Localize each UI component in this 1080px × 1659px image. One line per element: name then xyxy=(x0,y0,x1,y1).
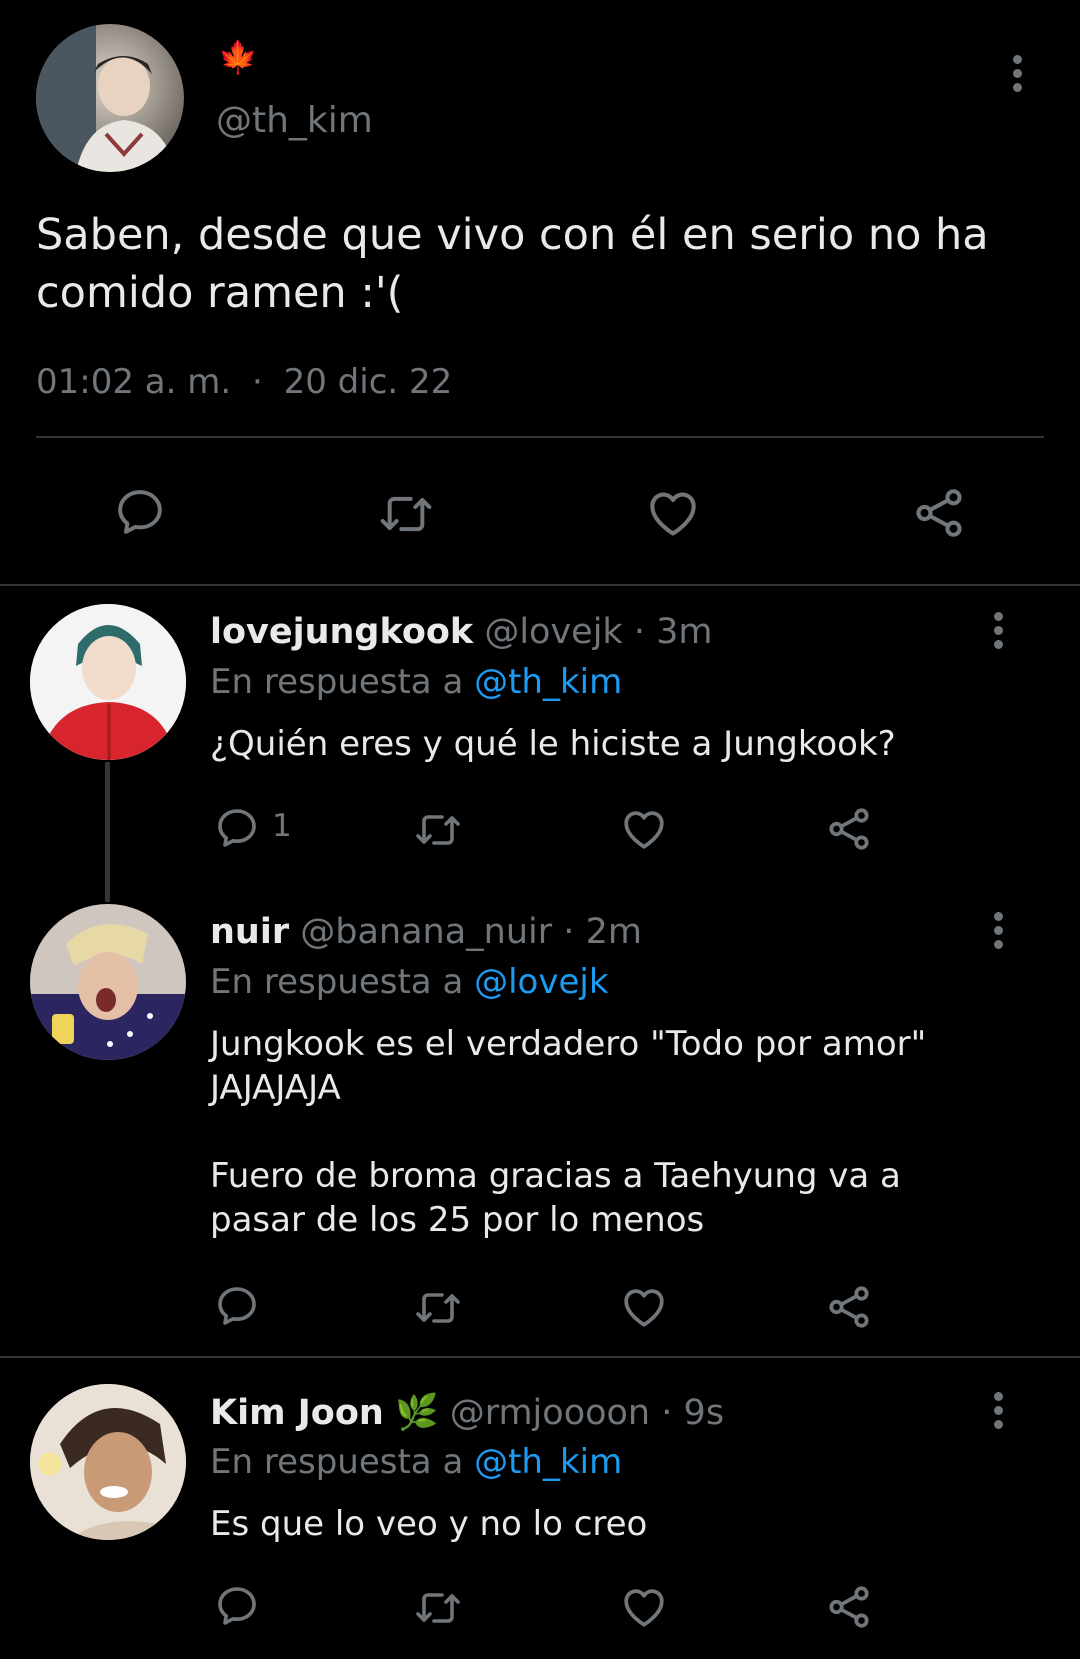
like-icon[interactable] xyxy=(619,1282,669,1332)
reply-prefix: En respuesta a xyxy=(210,662,464,702)
reply-header: Kim Joon 🌿 @rmjoooon · 9s xyxy=(210,1392,724,1433)
avatar-image xyxy=(30,904,186,1060)
reply-text: ¿Quién eres y qué le hiciste a Jungkook? xyxy=(210,724,896,764)
comment-icon[interactable] xyxy=(112,484,168,540)
retweet-icon[interactable] xyxy=(414,806,462,854)
more-icon[interactable] xyxy=(994,1392,1006,1434)
reply-to-link[interactable]: @th_kim xyxy=(474,662,622,702)
reply-prefix: En respuesta a xyxy=(210,962,464,1002)
separator-dot: · xyxy=(661,1393,673,1433)
retweet-icon[interactable] xyxy=(414,1584,462,1632)
more-icon[interactable] xyxy=(994,612,1006,654)
section-divider xyxy=(0,584,1080,586)
reply-header: lovejungkook @lovejk · 3m xyxy=(210,612,713,652)
reply-age: 2m xyxy=(585,912,642,952)
timestamp-divider xyxy=(36,436,1044,438)
share-icon[interactable] xyxy=(824,1582,874,1632)
tweet-time: 01:02 a. m. xyxy=(36,362,232,402)
separator-dot: · xyxy=(633,612,645,652)
comment-icon[interactable] xyxy=(213,804,261,852)
reply-author-name[interactable]: Kim Joon xyxy=(210,1393,384,1433)
reply-context: En respuesta a @th_kim xyxy=(210,1442,622,1482)
share-icon[interactable] xyxy=(910,484,968,542)
reply-age: 9s xyxy=(683,1393,725,1433)
tweet-date: 20 dic. 22 xyxy=(283,362,453,402)
reply-author-handle[interactable]: @lovejk xyxy=(484,612,622,652)
reply-author-name[interactable]: nuir xyxy=(210,912,289,952)
retweet-icon[interactable] xyxy=(378,486,434,542)
reply-count: 1 xyxy=(272,808,292,844)
reply-prefix: En respuesta a xyxy=(210,1442,464,1482)
reply-text: Es que lo veo y no lo creo xyxy=(210,1504,648,1544)
tweet-timestamp[interactable]: 01:02 a. m. · 20 dic. 22 xyxy=(36,362,452,402)
like-icon[interactable] xyxy=(644,484,702,542)
reply-to-link[interactable]: @th_kim xyxy=(474,1442,622,1482)
reply-author-name[interactable]: lovejungkook xyxy=(210,612,473,652)
avatar-banana-nuir[interactable] xyxy=(30,904,186,1060)
reply-age: 3m xyxy=(656,612,713,652)
retweet-icon[interactable] xyxy=(414,1284,462,1332)
section-divider xyxy=(0,1356,1080,1358)
separator-dot: · xyxy=(563,912,575,952)
avatar-image xyxy=(36,24,176,172)
comment-icon[interactable] xyxy=(213,1582,261,1630)
share-icon[interactable] xyxy=(824,804,874,854)
avatar-image xyxy=(30,1384,186,1540)
like-icon[interactable] xyxy=(619,804,669,854)
reply-author-handle[interactable]: @rmjoooon xyxy=(450,1393,650,1433)
reply-author-handle[interactable]: @banana_nuir xyxy=(300,912,552,952)
avatar-rmjoooon[interactable] xyxy=(30,1384,186,1540)
avatar-image xyxy=(30,604,186,760)
reply-text: Jungkook es el verdadero "Todo por amor"… xyxy=(210,1024,927,1240)
tweet-text: Saben, desde que vivo con él en serio no… xyxy=(36,210,989,318)
handle[interactable]: @th_kim xyxy=(216,100,373,141)
avatar-lovejk[interactable] xyxy=(30,604,186,760)
avatar-th-kim[interactable] xyxy=(36,24,184,172)
comment-icon[interactable] xyxy=(213,1282,261,1330)
more-icon[interactable] xyxy=(1013,55,1025,97)
name-emoji: 🌿 xyxy=(394,1393,439,1433)
display-name-emoji: 🍁 xyxy=(218,38,258,76)
like-icon[interactable] xyxy=(619,1582,669,1632)
reply-context: En respuesta a @lovejk xyxy=(210,962,609,1002)
more-icon[interactable] xyxy=(994,912,1006,954)
reply-header: nuir @banana_nuir · 2m xyxy=(210,912,642,952)
share-icon[interactable] xyxy=(824,1282,874,1332)
separator-dot: · xyxy=(251,362,263,402)
reply-to-link[interactable]: @lovejk xyxy=(474,962,608,1002)
thread-line xyxy=(105,762,110,902)
reply-context: En respuesta a @th_kim xyxy=(210,662,622,702)
